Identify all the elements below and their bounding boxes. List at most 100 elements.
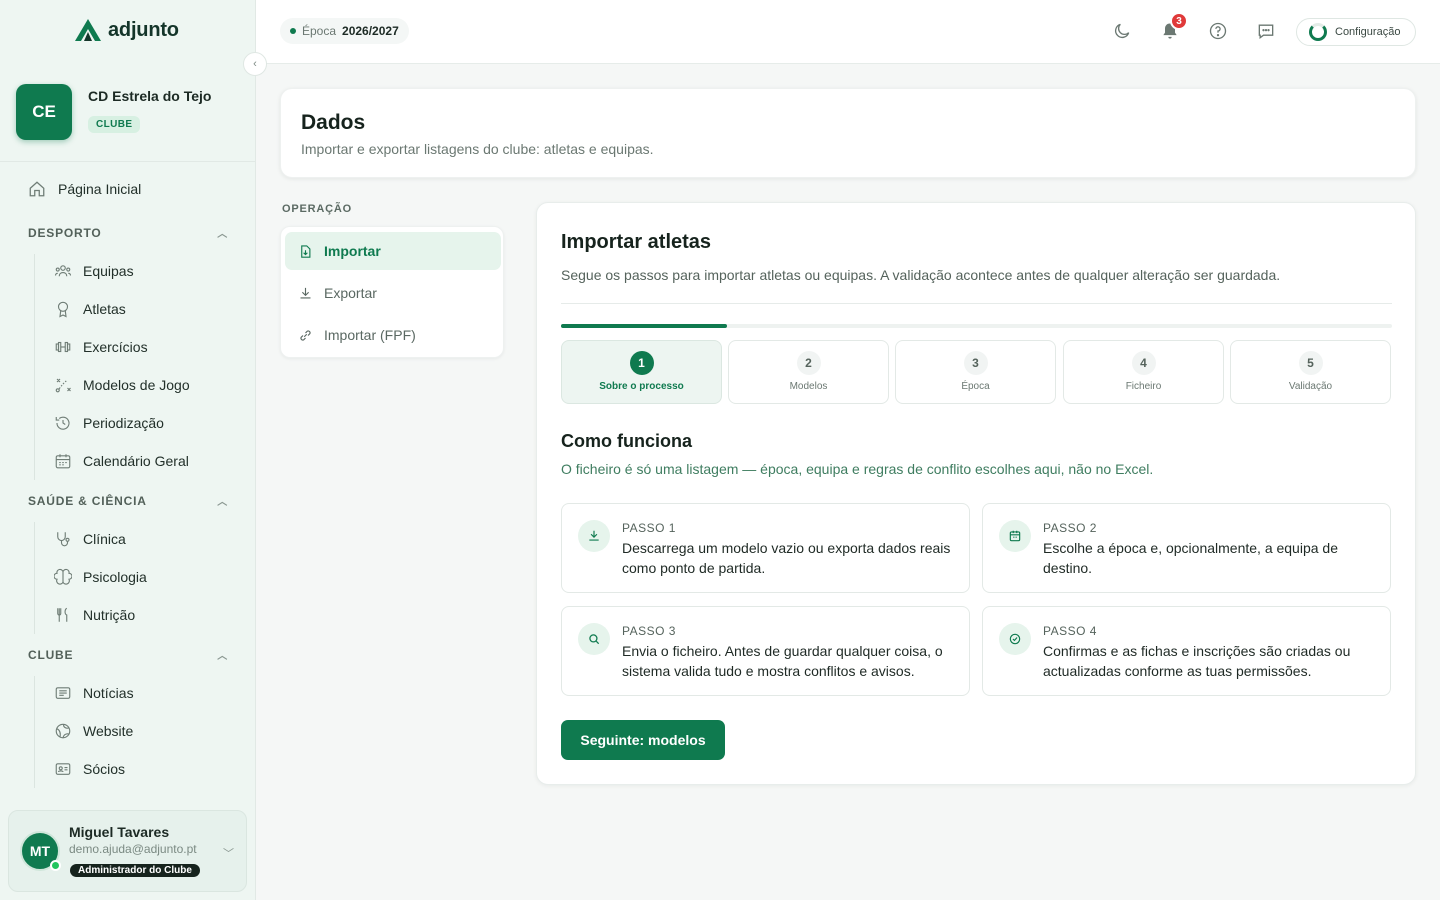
user-menu[interactable]: MT Miguel Tavares demo.ajuda@adjunto.pt … xyxy=(8,810,247,892)
step-3[interactable]: 3 Época xyxy=(895,340,1056,404)
operation-menu: Importar Exportar Importar (FPF) xyxy=(280,226,504,358)
step-card-text: Envia o ficheiro. Antes de guardar qualq… xyxy=(622,643,943,679)
divider xyxy=(561,303,1392,304)
app-name: adjunto xyxy=(108,18,179,41)
sidebar-item-periodizacao[interactable]: Periodização xyxy=(54,414,164,432)
sidebar-item-psicologia[interactable]: Psicologia xyxy=(54,568,147,586)
brain-icon xyxy=(54,568,72,586)
operation-item-label: Importar xyxy=(324,243,381,259)
step-label: Sobre o processo xyxy=(599,381,684,392)
club-name: CD Estrela do Tejo xyxy=(88,88,212,104)
section-saude-ciencia[interactable]: SAÚDE & CIÊNCIA ︿ xyxy=(28,493,228,509)
app-logo[interactable]: adjunto xyxy=(74,18,179,42)
step-card-label: PASSO 2 xyxy=(1043,521,1097,535)
messages-button[interactable] xyxy=(1255,20,1277,42)
sidebar-item-nutricao[interactable]: Nutrição xyxy=(54,606,135,624)
sidebar-item-noticias[interactable]: Notícias xyxy=(54,684,134,702)
step-number: 5 xyxy=(1298,351,1323,375)
step-5[interactable]: 5 Validação xyxy=(1230,340,1391,404)
club-badge: CLUBE xyxy=(88,116,141,133)
section-title: DESPORTO xyxy=(28,225,102,240)
calendar-icon xyxy=(54,452,72,470)
sidebar-item-label: Atletas xyxy=(83,301,126,317)
sidebar-item-label: Página Inicial xyxy=(58,181,142,197)
notification-count-badge: 3 xyxy=(1170,12,1188,30)
sidebar-item-label: Periodização xyxy=(83,415,164,431)
section-desporto[interactable]: DESPORTO ︿ xyxy=(28,225,228,241)
chevron-up-icon: ︿ xyxy=(217,229,228,240)
operation-item-importar-fpf[interactable]: Importar (FPF) xyxy=(285,316,501,354)
section-clube[interactable]: CLUBE ︿ xyxy=(28,647,228,663)
id-card-icon xyxy=(54,760,72,778)
dumbbell-icon xyxy=(54,338,72,356)
stethoscope-icon xyxy=(54,530,72,548)
sidebar-item-equipas[interactable]: Equipas xyxy=(54,262,134,280)
moon-icon xyxy=(1112,21,1132,41)
globe-icon xyxy=(54,722,72,740)
medal-icon xyxy=(54,300,72,318)
sidebar-item-label: Clínica xyxy=(83,531,126,547)
status-dot xyxy=(290,28,296,34)
sidebar-item-clinica[interactable]: Clínica xyxy=(54,530,126,548)
chevron-left-icon: ‹ xyxy=(253,58,257,70)
page-header: Dados Importar e exportar listagens do c… xyxy=(280,88,1416,178)
step-card-label: PASSO 4 xyxy=(1043,624,1097,638)
help-button[interactable] xyxy=(1207,20,1229,42)
message-square-icon xyxy=(1256,21,1276,41)
collapse-sidebar-button[interactable]: ‹ xyxy=(243,52,267,76)
step-card-3: PASSO 3 Envia o ficheiro. Antes de guard… xyxy=(561,606,970,696)
theme-toggle-button[interactable] xyxy=(1111,20,1133,42)
wizard-subtitle: Segue os passos para importar atletas ou… xyxy=(561,267,1281,283)
step-card-label: PASSO 1 xyxy=(622,521,676,535)
section-title: SAÚDE & CIÊNCIA xyxy=(28,493,147,508)
next-button[interactable]: Seguinte: modelos xyxy=(561,720,725,760)
sidebar-item-atletas[interactable]: Atletas xyxy=(54,300,126,318)
user-email: demo.ajuda@adjunto.pt xyxy=(69,842,197,856)
sidebar-item-label: Psicologia xyxy=(83,569,147,585)
online-status-dot xyxy=(50,860,61,871)
sidebar-item-home[interactable]: Página Inicial xyxy=(28,180,141,198)
sidebar-item-modelos-de-jogo[interactable]: Modelos de Jogo xyxy=(54,376,190,394)
help-circle-icon xyxy=(1208,21,1228,41)
sidebar-item-calendario-geral[interactable]: Calendário Geral xyxy=(54,452,189,470)
calendar-icon xyxy=(999,520,1031,552)
progress-fill xyxy=(561,324,728,328)
newspaper-icon xyxy=(54,684,72,702)
logo-icon xyxy=(75,19,101,41)
configuration-button[interactable]: Configuração xyxy=(1296,18,1416,46)
utensils-icon xyxy=(54,606,72,624)
history-icon xyxy=(54,414,72,432)
step-1[interactable]: 1 Sobre o processo xyxy=(561,340,722,404)
sidebar: adjunto CE CD Estrela do Tejo CLUBE Pági… xyxy=(0,0,256,900)
step-2[interactable]: 2 Modelos xyxy=(728,340,889,404)
operation-item-importar[interactable]: Importar xyxy=(285,232,501,270)
step-number: 1 xyxy=(629,351,654,375)
season-value: 2026/2027 xyxy=(342,24,399,38)
step-label: Validação xyxy=(1288,381,1333,392)
nav-divider xyxy=(34,522,35,634)
step-4[interactable]: 4 Ficheiro xyxy=(1063,340,1224,404)
wizard-steps: 1 Sobre o processo 2 Modelos 3 Época 4 F… xyxy=(561,340,1392,404)
notifications-button[interactable]: 3 xyxy=(1159,12,1188,42)
sidebar-item-label: Nutrição xyxy=(83,607,136,623)
season-selector[interactable]: Época 2026/2027 xyxy=(280,18,409,44)
operation-item-exportar[interactable]: Exportar xyxy=(285,274,501,312)
club-header[interactable]: CE CD Estrela do Tejo CLUBE xyxy=(0,84,256,162)
page-subtitle: Importar e exportar listagens do clube: … xyxy=(301,141,654,157)
sidebar-item-label: Notícias xyxy=(83,685,134,701)
sidebar-item-label: Exercícios xyxy=(83,339,148,355)
step-number: 2 xyxy=(796,351,821,375)
nav-divider xyxy=(34,254,35,480)
sidebar-item-socios[interactable]: Sócios xyxy=(54,760,125,778)
users-icon xyxy=(54,262,72,280)
sidebar-item-label: Sócios xyxy=(83,761,126,777)
sidebar-item-website[interactable]: Website xyxy=(54,722,133,740)
sidebar-item-label: Website xyxy=(83,723,134,739)
chevron-down-icon: ﹀ xyxy=(223,848,234,860)
topbar: Época 2026/2027 3 Configuração xyxy=(256,0,1440,64)
club-avatar: CE xyxy=(16,84,72,140)
search-icon xyxy=(578,623,610,655)
download-icon xyxy=(298,286,313,301)
sidebar-item-exercicios[interactable]: Exercícios xyxy=(54,338,148,356)
wizard-title: Importar atletas xyxy=(561,231,712,253)
